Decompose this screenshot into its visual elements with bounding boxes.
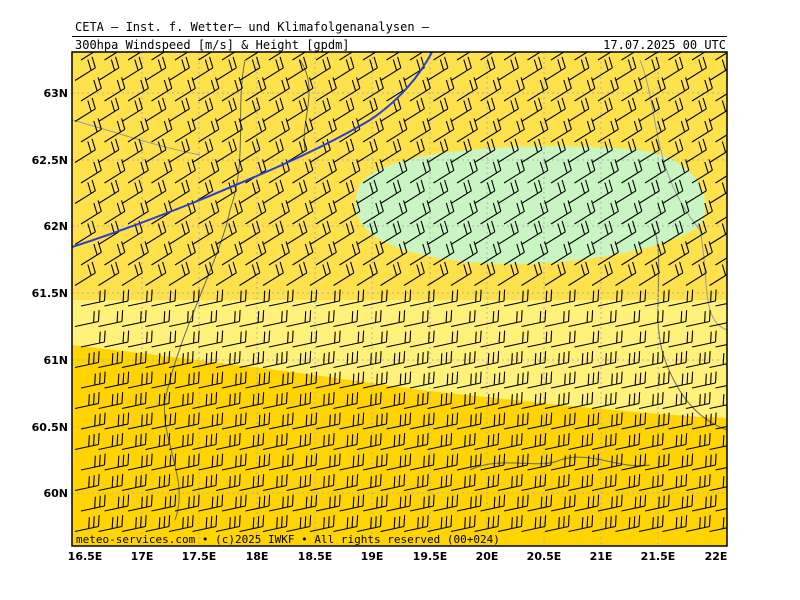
lon-label: 20.5E xyxy=(527,550,562,563)
map-plot-area xyxy=(72,52,727,546)
longitude-labels: 16.5E 17E 17.5E 18E 18.5E 19E 19.5E 20E 20.5E 21E… xyxy=(68,550,728,563)
lat-label: 62N xyxy=(43,220,68,233)
lon-label: 19.5E xyxy=(413,550,448,563)
lon-label: 21E xyxy=(590,550,613,563)
lon-label: 18E xyxy=(246,550,269,563)
lat-label: 61N xyxy=(43,354,68,367)
latitude-labels: 63N 62.5N 62N 61.5N 61N 60.5N 60N xyxy=(32,87,68,500)
lon-label: 20E xyxy=(476,550,499,563)
lon-label: 17.5E xyxy=(182,550,217,563)
lon-label: 16.5E xyxy=(68,550,103,563)
copyright-footer: meteo-services.com • (c)2025 IWKF • All … xyxy=(76,533,500,546)
lat-label: 61.5N xyxy=(32,287,68,300)
lon-label: 22E xyxy=(705,550,728,563)
lat-label: 60.5N xyxy=(32,421,68,434)
weather-map: 63N 62.5N 62N 61.5N 61N 60.5N 60N 16.5E 17E 17.5… xyxy=(32,51,728,563)
lat-label: 60N xyxy=(43,487,68,500)
lon-label: 19E xyxy=(361,550,384,563)
lon-label: 18.5E xyxy=(298,550,333,563)
lon-label: 21.5E xyxy=(641,550,676,563)
lat-label: 62.5N xyxy=(32,154,68,167)
lat-label: 63N xyxy=(43,87,68,100)
lon-label: 17E xyxy=(131,550,154,563)
